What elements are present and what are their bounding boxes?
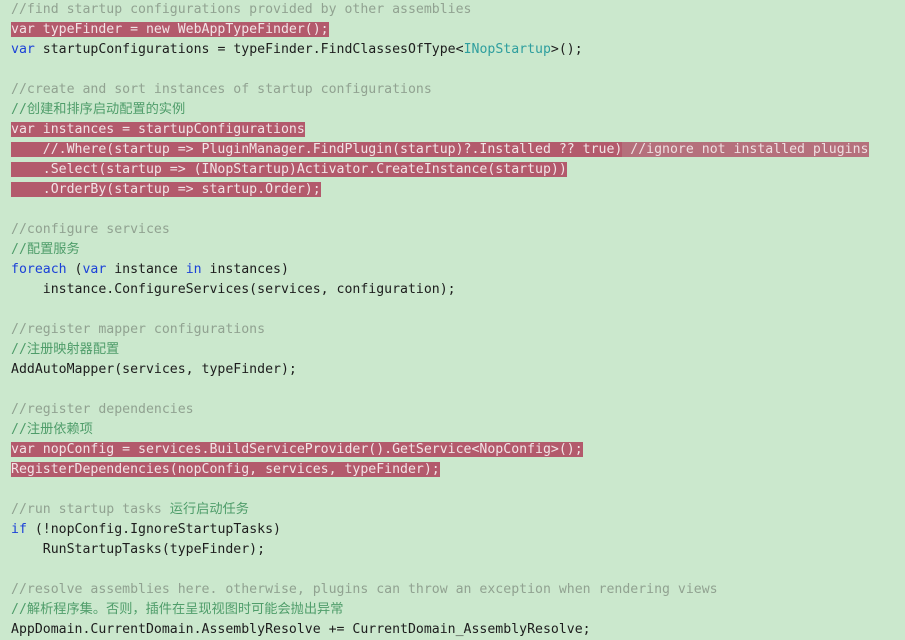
- code-token-plain: instance.ConfigureServices(services, con…: [11, 282, 456, 297]
- code-token-selected: //.Where(startup => PluginManager.FindPl…: [11, 142, 623, 157]
- code-token-cmt: //run startup tasks: [11, 502, 170, 517]
- code-line-blank[interactable]: [0, 380, 905, 400]
- code-line[interactable]: instance.ConfigureServices(services, con…: [0, 280, 905, 300]
- code-line[interactable]: //.Where(startup => PluginManager.FindPl…: [0, 140, 905, 160]
- code-token-kw: foreach: [11, 262, 67, 277]
- code-line[interactable]: //创建和排序启动配置的实例: [0, 100, 905, 120]
- code-token-type: INopStartup: [463, 42, 551, 57]
- code-line[interactable]: RunStartupTasks(typeFinder);: [0, 540, 905, 560]
- code-line[interactable]: //find startup configurations provided b…: [0, 0, 905, 20]
- code-line[interactable]: if (!nopConfig.IgnoreStartupTasks): [0, 520, 905, 540]
- code-token-cmt-cn: 运行启动任务: [169, 502, 249, 517]
- code-token-cmt: //register dependencies: [11, 402, 194, 417]
- code-token-cmt-cn: //注册依赖项: [11, 422, 93, 437]
- code-token-selected: var instances = startupConfigurations: [11, 122, 305, 137]
- code-token-kw: if: [11, 522, 27, 537]
- code-line[interactable]: //create and sort instances of startup c…: [0, 80, 905, 100]
- code-line-blank[interactable]: [0, 300, 905, 320]
- code-token-plain: AddAutoMapper(services, typeFinder);: [11, 362, 297, 377]
- code-token-cmt: //configure services: [11, 222, 170, 237]
- code-line[interactable]: var startupConfigurations = typeFinder.F…: [0, 40, 905, 60]
- code-token-cmt: //create and sort instances of startup c…: [11, 82, 432, 97]
- code-line[interactable]: //resolve assemblies here. otherwise, pl…: [0, 580, 905, 600]
- code-token-selected: var nopConfig = services.BuildServicePro…: [11, 442, 583, 457]
- code-line[interactable]: //register dependencies: [0, 400, 905, 420]
- code-token-selected-comment: //ignore not installed plugins: [622, 142, 869, 157]
- code-lines-container[interactable]: //find startup configurations provided b…: [0, 0, 905, 640]
- code-token-cmt-cn: //配置服务: [11, 242, 80, 257]
- code-line[interactable]: var typeFinder = new WebAppTypeFinder();: [0, 20, 905, 40]
- code-line[interactable]: .Select(startup => (INopStartup)Activato…: [0, 160, 905, 180]
- code-token-selected: .OrderBy(startup => startup.Order);: [11, 182, 321, 197]
- code-line[interactable]: foreach (var instance in instances): [0, 260, 905, 280]
- code-token-plain: (: [66, 262, 83, 277]
- code-token-selected: .Select(startup => (INopStartup)Activato…: [11, 162, 567, 177]
- code-line-blank[interactable]: [0, 60, 905, 80]
- code-line[interactable]: //配置服务: [0, 240, 905, 260]
- code-token-selected: RegisterDependencies(nopConfig, services…: [11, 462, 440, 477]
- code-editor-pane[interactable]: //find startup configurations provided b…: [0, 0, 905, 637]
- code-token-cmt-cn: //解析程序集。否则，插件在呈现视图时可能会抛出异常: [11, 602, 344, 617]
- code-token-plain: startupConfigurations = typeFinder.FindC…: [34, 42, 464, 57]
- code-line[interactable]: //run startup tasks 运行启动任务: [0, 500, 905, 520]
- code-line[interactable]: AppDomain.CurrentDomain.AssemblyResolve …: [0, 620, 905, 640]
- code-token-cmt-cn: //创建和排序启动配置的实例: [11, 102, 186, 117]
- code-line[interactable]: var instances = startupConfigurations: [0, 120, 905, 140]
- code-token-kw: var: [11, 42, 35, 57]
- code-line-blank[interactable]: [0, 200, 905, 220]
- code-token-plain: >();: [550, 42, 583, 57]
- code-line[interactable]: //解析程序集。否则，插件在呈现视图时可能会抛出异常: [0, 600, 905, 620]
- code-line[interactable]: //注册依赖项: [0, 420, 905, 440]
- code-token-plain: RunStartupTasks(typeFinder);: [11, 542, 266, 557]
- code-token-plain: instances): [201, 262, 289, 277]
- code-line[interactable]: //register mapper configurations: [0, 320, 905, 340]
- code-token-plain: instance: [106, 262, 186, 277]
- code-line[interactable]: var nopConfig = services.BuildServicePro…: [0, 440, 905, 460]
- code-token-cmt: //resolve assemblies here. otherwise, pl…: [11, 582, 718, 597]
- code-line[interactable]: //注册映射器配置: [0, 340, 905, 360]
- code-line[interactable]: //configure services: [0, 220, 905, 240]
- code-token-cmt-cn: //注册映射器配置: [11, 342, 120, 357]
- code-token-kw: in: [185, 262, 202, 277]
- code-token-kw: var: [82, 262, 107, 277]
- code-line-blank[interactable]: [0, 560, 905, 580]
- code-line[interactable]: .OrderBy(startup => startup.Order);: [0, 180, 905, 200]
- code-token-plain: AppDomain.CurrentDomain.AssemblyResolve …: [11, 622, 591, 637]
- code-token-selected: var typeFinder = new WebAppTypeFinder();: [11, 22, 329, 37]
- code-token-cmt: //register mapper configurations: [11, 322, 266, 337]
- code-token-plain: (!nopConfig.IgnoreStartupTasks): [26, 522, 281, 537]
- code-token-cmt: //find startup configurations provided b…: [11, 2, 472, 17]
- code-line[interactable]: AddAutoMapper(services, typeFinder);: [0, 360, 905, 380]
- code-line-blank[interactable]: [0, 480, 905, 500]
- code-line[interactable]: RegisterDependencies(nopConfig, services…: [0, 460, 905, 480]
